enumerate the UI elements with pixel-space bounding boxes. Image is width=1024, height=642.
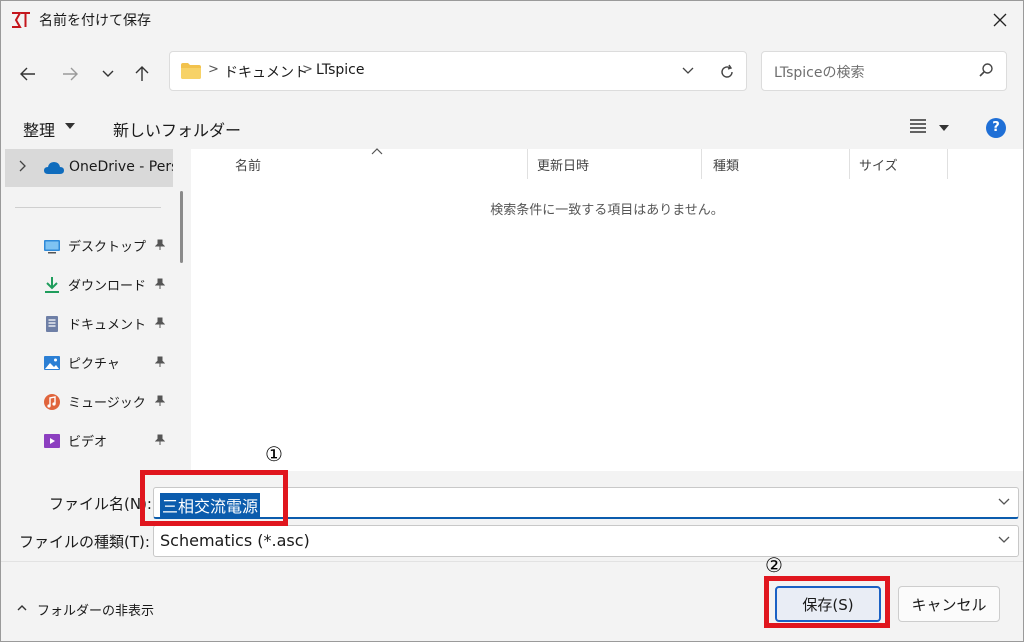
column-divider[interactable] bbox=[701, 149, 702, 179]
annotation-marker-1: ① bbox=[265, 442, 283, 466]
chevron-right-icon[interactable] bbox=[19, 160, 27, 172]
music-icon bbox=[44, 394, 60, 410]
help-icon[interactable]: ? bbox=[986, 118, 1006, 138]
pin-icon[interactable] bbox=[155, 356, 165, 368]
divider bbox=[15, 207, 161, 208]
annotation-box-save bbox=[764, 576, 890, 628]
sidebar-item-music[interactable]: ミュージック bbox=[1, 387, 176, 417]
save-as-dialog: 名前を付けて保存 > ドキュメント > LTspice LTspiceの検索 整… bbox=[0, 0, 1024, 642]
video-icon bbox=[44, 434, 60, 448]
search-placeholder: LTspiceの検索 bbox=[774, 65, 865, 81]
sidebar-item-pictures[interactable]: ピクチャ bbox=[1, 348, 176, 378]
sidebar-item-label: ビデオ bbox=[68, 435, 108, 450]
sidebar-item-downloads[interactable]: ダウンロード bbox=[1, 270, 176, 300]
breadcrumb-separator: > bbox=[208, 62, 219, 77]
document-icon bbox=[46, 316, 58, 332]
chevron-down-icon[interactable] bbox=[998, 498, 1010, 506]
navigation-bar: > ドキュメント > LTspice LTspiceの検索 bbox=[1, 39, 1023, 107]
filetype-value: Schematics (*.asc) bbox=[160, 531, 310, 550]
sidebar-item-label: ミュージック bbox=[68, 396, 146, 411]
command-bar: 整理 新しいフォルダー ? bbox=[1, 107, 1023, 149]
download-icon bbox=[45, 277, 59, 293]
view-options-icon[interactable] bbox=[909, 119, 927, 133]
pin-icon[interactable] bbox=[155, 239, 165, 251]
address-bar[interactable]: > ドキュメント > LTspice bbox=[169, 51, 747, 91]
new-folder-button[interactable]: 新しいフォルダー bbox=[113, 117, 241, 141]
pictures-icon bbox=[44, 356, 60, 370]
window-title: 名前を付けて保存 bbox=[39, 13, 151, 29]
chevron-down-icon bbox=[682, 67, 694, 74]
breadcrumb-ltspice[interactable]: LTspice bbox=[316, 62, 365, 78]
chevron-down-icon bbox=[102, 70, 114, 77]
empty-message: 検索条件に一致する項目はありません。 bbox=[490, 203, 724, 218]
annotation-box-filename bbox=[140, 470, 288, 526]
close-icon bbox=[993, 13, 1007, 27]
filename-label: ファイル名(N): bbox=[49, 495, 152, 513]
column-header-name[interactable]: 名前 bbox=[235, 155, 261, 174]
chevron-down-icon[interactable] bbox=[998, 536, 1010, 544]
sidebar-item-videos[interactable]: ビデオ bbox=[1, 426, 176, 456]
up-button[interactable] bbox=[129, 61, 155, 87]
sidebar-item-onedrive[interactable]: OneDrive - Perso bbox=[5, 149, 173, 187]
chevron-up-icon bbox=[17, 605, 27, 611]
title-bar: 名前を付けて保存 bbox=[1, 1, 1023, 39]
filetype-label: ファイルの種類(T): bbox=[19, 533, 150, 551]
breadcrumb-documents[interactable]: ドキュメント bbox=[224, 62, 308, 82]
onedrive-cloud-icon bbox=[44, 162, 64, 174]
hide-folders-label[interactable]: フォルダーの非表示 bbox=[37, 600, 154, 619]
filetype-select[interactable]: Schematics (*.asc) bbox=[153, 525, 1019, 557]
sort-ascending-icon bbox=[371, 148, 383, 155]
column-header-size[interactable]: サイズ bbox=[859, 155, 898, 174]
sidebar-item-label: ダウンロード bbox=[68, 279, 147, 294]
sidebar-item-label: ピクチャ bbox=[68, 357, 120, 372]
folder-icon bbox=[181, 63, 201, 79]
refresh-button[interactable] bbox=[716, 61, 738, 83]
pin-icon[interactable] bbox=[155, 434, 165, 446]
pin-icon[interactable] bbox=[155, 278, 165, 290]
sidebar-item-label: ドキュメント bbox=[68, 318, 147, 333]
address-history-button[interactable] bbox=[678, 61, 698, 81]
arrow-up-icon bbox=[135, 66, 149, 81]
sidebar-item-label: OneDrive - Perso bbox=[69, 159, 173, 175]
column-divider[interactable] bbox=[849, 149, 850, 179]
close-button[interactable] bbox=[985, 5, 1015, 35]
pin-icon[interactable] bbox=[155, 395, 165, 407]
sidebar-item-desktop[interactable]: デスクトップ bbox=[1, 231, 176, 261]
navigation-pane: OneDrive - Perso デスクトップ ダウンロード ドキュメント ピク… bbox=[1, 149, 189, 471]
search-box[interactable]: LTspiceの検索 bbox=[761, 51, 1007, 91]
sidebar-item-documents[interactable]: ドキュメント bbox=[1, 309, 176, 339]
recent-locations-button[interactable] bbox=[95, 61, 121, 87]
arrow-right-icon bbox=[63, 67, 78, 81]
cancel-button[interactable]: キャンセル bbox=[898, 586, 1000, 622]
desktop-icon bbox=[44, 240, 60, 254]
column-header-modified[interactable]: 更新日時 bbox=[537, 155, 589, 174]
search-icon bbox=[979, 63, 993, 77]
back-button[interactable] bbox=[15, 61, 41, 87]
sidebar-item-label: デスクトップ bbox=[68, 240, 147, 255]
nav-pane-scrollbar[interactable] bbox=[180, 191, 183, 263]
breadcrumb-separator: > bbox=[302, 62, 313, 77]
file-list[interactable]: 名前 更新日時 種類 サイズ 検索条件に一致する項目はありません。 bbox=[191, 148, 1023, 471]
organize-menu[interactable]: 整理 bbox=[23, 117, 55, 141]
arrow-left-icon bbox=[20, 67, 35, 81]
column-divider[interactable] bbox=[527, 149, 528, 179]
column-divider[interactable] bbox=[947, 149, 948, 179]
annotation-marker-2: ② bbox=[765, 553, 783, 577]
forward-button[interactable] bbox=[57, 61, 83, 87]
ltspice-logo-icon bbox=[12, 12, 30, 28]
column-header-type[interactable]: 種類 bbox=[713, 155, 739, 174]
caret-down-icon[interactable] bbox=[939, 125, 949, 131]
caret-down-icon bbox=[65, 123, 75, 129]
pin-icon[interactable] bbox=[155, 317, 165, 329]
refresh-icon bbox=[721, 64, 733, 78]
